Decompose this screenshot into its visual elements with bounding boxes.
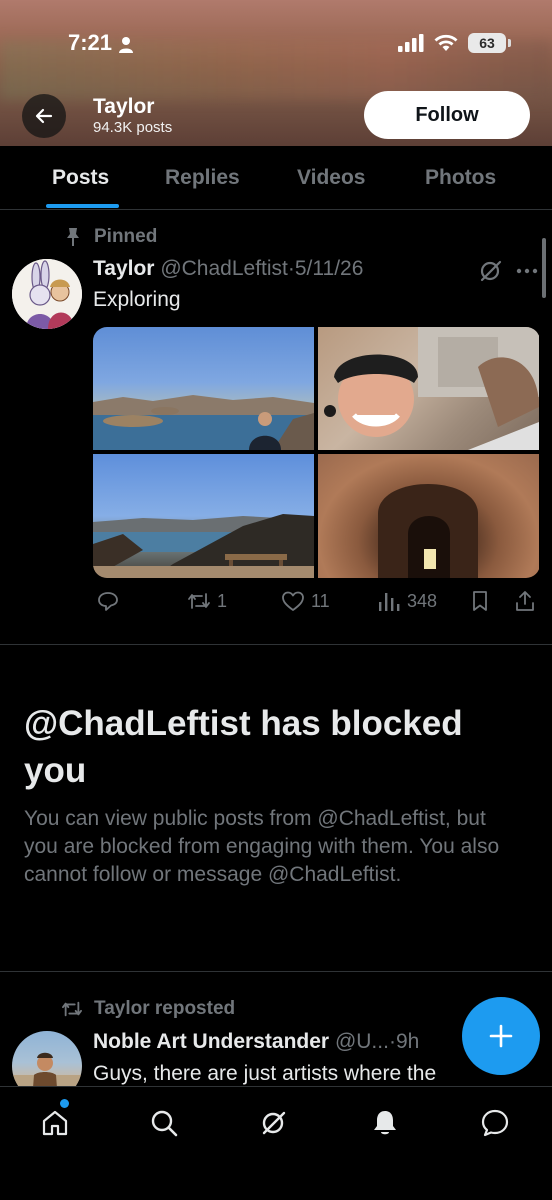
nav-notifications[interactable] xyxy=(367,1105,403,1141)
views-button[interactable]: 348 xyxy=(377,590,437,612)
post-text: Exploring xyxy=(93,288,181,311)
repost-author-handle[interactable]: @U... xyxy=(335,1030,389,1053)
plus-icon xyxy=(489,1024,513,1048)
post-divider xyxy=(0,644,552,645)
post-header: Taylor @ChadLeftist·5/11/26 xyxy=(93,257,363,281)
blocked-description: You can view public posts from @ChadLeft… xyxy=(24,807,500,886)
bookmark-icon xyxy=(473,591,487,611)
retweet-icon xyxy=(188,593,210,609)
follow-button[interactable]: Follow xyxy=(364,91,530,139)
heart-icon xyxy=(282,591,304,611)
tab-replies[interactable]: Replies xyxy=(165,166,240,190)
post-author-name[interactable]: Taylor xyxy=(93,257,154,280)
bell-icon xyxy=(374,1111,396,1135)
wifi-icon xyxy=(434,34,458,51)
post-actions: 1 11 348 xyxy=(93,590,540,620)
like-count: 11 xyxy=(311,590,330,611)
pinned-label-row: Pinned xyxy=(64,226,157,248)
retweet-count: 1 xyxy=(217,590,228,611)
pinned-label: Pinned xyxy=(94,226,158,247)
blocked-title: @ChadLeftist has blocked you xyxy=(24,704,463,790)
tab-posts[interactable]: Posts xyxy=(52,166,109,190)
tab-photos[interactable]: Photos xyxy=(425,166,496,190)
selfie-scene xyxy=(324,327,539,450)
nav-search[interactable] xyxy=(146,1105,182,1141)
person-icon xyxy=(119,37,133,53)
like-button[interactable]: 11 xyxy=(281,590,330,612)
repost-label[interactable]: Taylor reposted xyxy=(94,998,235,1020)
back-button[interactable] xyxy=(22,94,66,138)
nav-messages[interactable] xyxy=(477,1105,513,1141)
tab-videos[interactable]: Videos xyxy=(297,166,365,190)
post-date[interactable]: 5/11/26 xyxy=(295,257,364,280)
repost-separator: · xyxy=(388,1030,396,1053)
nav-home[interactable] xyxy=(37,1105,73,1141)
notification-dot xyxy=(60,1099,69,1108)
media-image-overlook[interactable] xyxy=(93,454,314,578)
post-separator: · xyxy=(287,257,295,280)
bookmark-button[interactable] xyxy=(470,590,490,612)
section-divider xyxy=(0,971,552,972)
grok-icon[interactable] xyxy=(478,258,504,284)
media-image-selfie[interactable] xyxy=(318,327,539,450)
bottom-navigation xyxy=(0,1086,552,1200)
views-count: 348 xyxy=(407,590,438,611)
profile-tabs: Posts Replies Videos Photos xyxy=(0,146,552,210)
avatar[interactable] xyxy=(12,259,82,329)
reply-icon xyxy=(98,592,118,611)
header-name: Taylor xyxy=(93,95,155,118)
repost-author-name[interactable]: Noble Art Understander xyxy=(93,1030,329,1053)
reply-button[interactable] xyxy=(97,590,119,612)
repost-label-row: Taylor reposted xyxy=(60,998,235,1020)
lake-scene xyxy=(93,395,314,450)
status-indicators: 63 xyxy=(398,33,511,53)
share-icon xyxy=(516,591,534,611)
overlook-scene xyxy=(93,514,314,578)
compose-button[interactable] xyxy=(462,997,540,1075)
home-icon xyxy=(42,1110,68,1136)
post-media-grid[interactable] xyxy=(93,327,540,578)
battery-indicator: 63 xyxy=(468,33,511,53)
search-icon xyxy=(151,1110,178,1137)
retweet-icon xyxy=(62,1001,82,1017)
grok-icon xyxy=(262,1111,286,1135)
pin-icon xyxy=(67,228,79,246)
media-image-lake[interactable] xyxy=(93,327,314,450)
more-icon[interactable] xyxy=(516,268,538,274)
signal-icon xyxy=(398,34,424,52)
messages-icon xyxy=(481,1109,509,1137)
retweet-button[interactable]: 1 xyxy=(187,590,227,612)
post-author-handle[interactable]: @ChadLeftist xyxy=(160,257,288,280)
nav-grok[interactable] xyxy=(256,1105,292,1141)
header-posts-count: 94.3K posts xyxy=(93,119,173,136)
status-time: 7:21 xyxy=(68,30,113,55)
repost-header: Noble Art Understander @U...·9h xyxy=(93,1030,419,1054)
avatar-illustration xyxy=(12,259,82,329)
arrow-left-icon xyxy=(35,108,53,124)
active-tab-indicator xyxy=(46,204,119,208)
repost-time[interactable]: 9h xyxy=(396,1030,419,1053)
scrollbar[interactable] xyxy=(542,238,546,298)
views-icon xyxy=(379,593,400,611)
media-image-tunnel[interactable] xyxy=(318,454,539,578)
tunnel-scene xyxy=(378,484,478,578)
share-button[interactable] xyxy=(514,590,536,612)
repost-text: Guys, there are just artists where the xyxy=(93,1062,437,1085)
